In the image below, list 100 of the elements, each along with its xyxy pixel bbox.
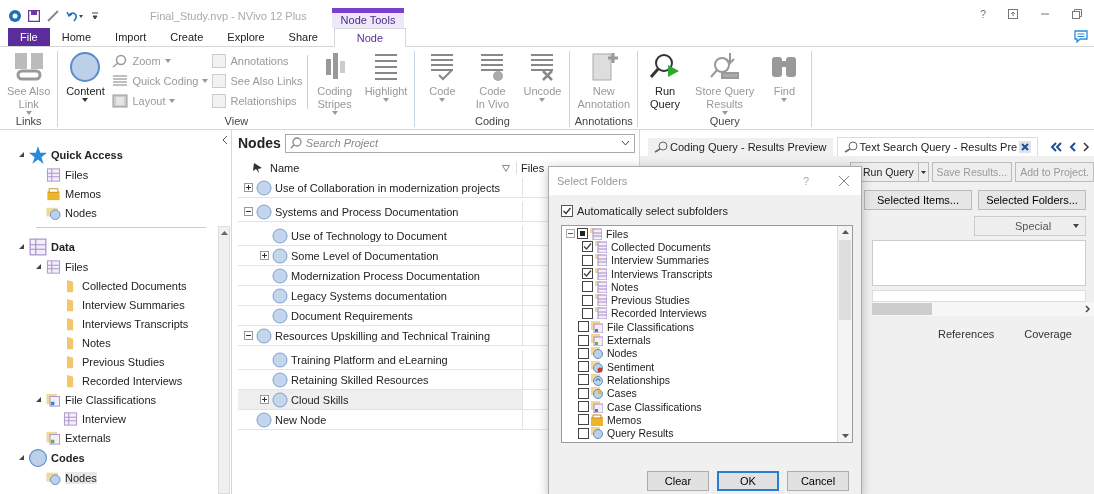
navigation-item[interactable]: Notes: [0, 333, 214, 352]
ribbon-display-icon[interactable]: [1008, 9, 1018, 19]
ribbon-tab[interactable]: Share: [276, 28, 330, 46]
checkbox[interactable]: Automatically select subfolders: [561, 205, 853, 217]
node-row[interactable]: Cloud Skills: [238, 390, 522, 410]
checkbox[interactable]: [578, 321, 589, 333]
customize-icon[interactable]: [91, 11, 99, 21]
navigation-item[interactable]: Interview Summaries: [0, 295, 214, 314]
app-logo-icon[interactable]: [9, 10, 21, 22]
column-header[interactable]: Name: [270, 162, 496, 174]
ribbon-button[interactable]: Run Query: [642, 51, 689, 111]
navigation-item[interactable]: Quick Access: [0, 144, 214, 165]
scroll-thumb[interactable]: [872, 303, 932, 315]
navigation-item[interactable]: Codes: [0, 447, 214, 468]
scrollbar[interactable]: [837, 226, 852, 442]
navigation-item[interactable]: Data: [0, 236, 214, 257]
dropdown-button[interactable]: [917, 162, 929, 182]
ribbon-tab[interactable]: Import: [103, 28, 159, 46]
scroll-down-icon[interactable]: [841, 434, 849, 438]
navigation-item[interactable]: Recorded Interviews: [0, 371, 214, 390]
checkbox[interactable]: [578, 387, 589, 399]
document-tab[interactable]: Text Search Query - Results Pre: [836, 137, 1039, 156]
navigation-item[interactable]: Collected Documents: [0, 276, 214, 295]
column-header[interactable]: References: [938, 328, 995, 340]
checkbox[interactable]: [578, 361, 589, 373]
filter-icon[interactable]: [502, 164, 510, 172]
navigation-item[interactable]: Previous Studies: [0, 352, 214, 371]
navigation-item[interactable]: Interview: [0, 409, 214, 428]
scrollbar[interactable]: [218, 226, 230, 494]
chevron-down-icon[interactable]: [621, 140, 630, 146]
document-tab[interactable]: Coding Query - Results Preview: [648, 138, 833, 156]
scroll-up-icon[interactable]: [220, 231, 228, 235]
node-row[interactable]: Training Platform and eLearning: [238, 350, 522, 370]
ribbon-tab[interactable]: File: [8, 28, 50, 46]
collapse-icon[interactable]: [222, 136, 228, 144]
navigation-item[interactable]: Nodes: [0, 203, 214, 222]
previous-icon[interactable]: [1069, 142, 1077, 152]
search-field[interactable]: Search Project: [284, 133, 635, 153]
node-row[interactable]: Systems and Process Documentation: [238, 202, 522, 222]
save-icon[interactable]: [28, 10, 40, 22]
scope-button[interactable]: Selected Folders...: [978, 190, 1086, 210]
close-icon[interactable]: [1019, 141, 1032, 153]
navigation-item[interactable]: Interviews Transcripts: [0, 314, 214, 333]
next-icon[interactable]: [1082, 142, 1090, 152]
node-row[interactable]: Document Requirements: [238, 306, 522, 326]
checkbox[interactable]: [577, 228, 588, 240]
expander-icon[interactable]: [18, 243, 25, 250]
navigation-item[interactable]: Externals: [0, 428, 214, 447]
node-row[interactable]: Use of Technology to Document: [238, 226, 522, 246]
checkbox[interactable]: [582, 307, 593, 319]
expander-icon[interactable]: [35, 396, 42, 403]
checkbox[interactable]: [582, 268, 593, 280]
ribbon-tab[interactable]: Explore: [215, 28, 277, 46]
node-row[interactable]: Modernization Process Documentation: [238, 266, 522, 286]
node-row[interactable]: New Node: [238, 410, 522, 430]
expander-icon[interactable]: [566, 229, 575, 239]
ribbon-tab[interactable]: Create: [158, 28, 216, 46]
checkbox[interactable]: [578, 427, 589, 439]
ribbon-tab[interactable]: Home: [49, 28, 104, 46]
checkbox[interactable]: [578, 334, 589, 346]
dialog-button[interactable]: OK: [717, 471, 779, 491]
restore-icon[interactable]: [1072, 9, 1082, 19]
checkbox[interactable]: [578, 347, 589, 359]
checkbox[interactable]: [582, 281, 593, 293]
checkbox[interactable]: [578, 374, 589, 386]
scrollbar[interactable]: [872, 302, 1094, 316]
navigation-item[interactable]: Files: [0, 165, 214, 184]
undo-icon[interactable]: [66, 10, 84, 22]
expander-icon[interactable]: [35, 263, 42, 270]
expander-icon[interactable]: [260, 251, 269, 260]
checkbox[interactable]: [578, 414, 589, 426]
input-field[interactable]: [872, 290, 1086, 302]
node-row[interactable]: Resources Upskilling and Technical Training: [238, 326, 522, 346]
scope-button[interactable]: Selected Items...: [864, 190, 972, 210]
help-button[interactable]: ?: [979, 8, 986, 20]
column-header[interactable]: Coverage: [1024, 328, 1072, 340]
pin-icon[interactable]: [252, 162, 264, 174]
expander-icon[interactable]: [244, 331, 253, 340]
expander-icon[interactable]: [260, 395, 269, 404]
comment-icon[interactable]: [1074, 30, 1088, 43]
expander-icon[interactable]: [244, 183, 253, 192]
ribbon-tab[interactable]: Node: [333, 28, 406, 47]
dialog-button[interactable]: Clear: [647, 471, 709, 491]
checkbox[interactable]: [582, 254, 593, 266]
node-row[interactable]: Use of Collaboration in modernization projects: [238, 178, 522, 198]
scroll-right-icon[interactable]: [1085, 305, 1090, 313]
column-header[interactable]: Files: [516, 162, 545, 174]
checkbox[interactable]: [578, 401, 589, 412]
first-page-icon[interactable]: [1050, 142, 1064, 152]
node-row[interactable]: Some Level of Documentation: [238, 246, 522, 266]
ribbon-button[interactable]: Content: [62, 51, 109, 102]
scroll-thumb[interactable]: [839, 240, 851, 320]
navigation-item[interactable]: Nodes: [0, 468, 214, 487]
special-dropdown[interactable]: Special: [974, 216, 1086, 236]
dialog-button[interactable]: Cancel: [787, 471, 849, 491]
checkbox[interactable]: [582, 241, 593, 253]
node-row[interactable]: Legacy Systems documentation: [238, 286, 522, 306]
navigation-item[interactable]: Memos: [0, 184, 214, 203]
navigation-item[interactable]: File Classifications: [0, 390, 214, 409]
expander-icon[interactable]: [18, 151, 25, 158]
